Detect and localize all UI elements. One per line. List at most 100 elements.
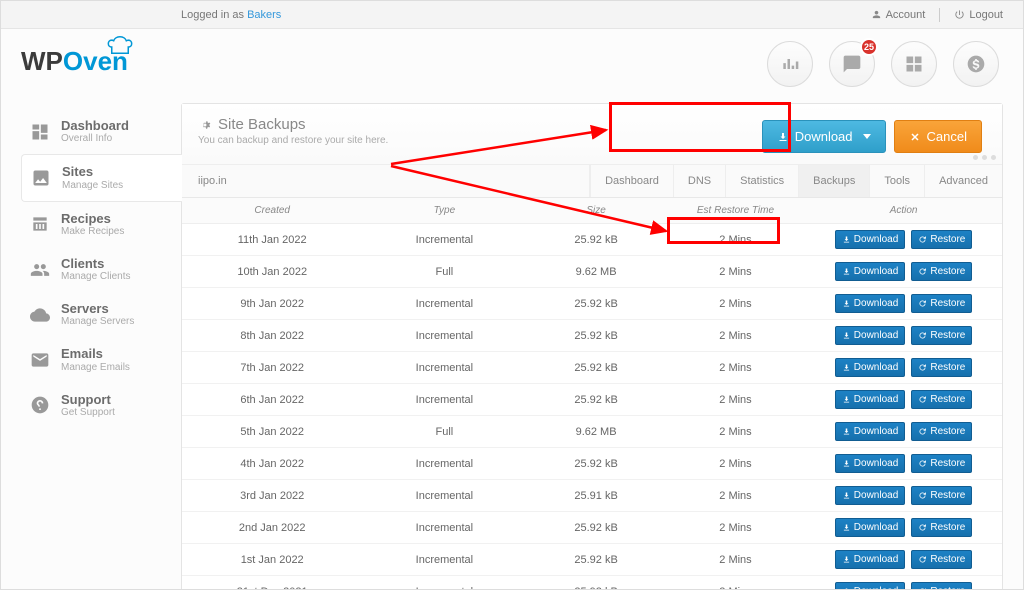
tab-dns[interactable]: DNS bbox=[673, 165, 725, 197]
recipe-icon bbox=[29, 213, 51, 235]
login-username[interactable]: Bakers bbox=[247, 9, 281, 21]
account-link[interactable]: Account bbox=[871, 9, 926, 21]
cell-size: 25.92 kB bbox=[526, 288, 665, 320]
tab-statistics[interactable]: Statistics bbox=[725, 165, 798, 197]
cell-time: 2 Mins bbox=[666, 512, 805, 544]
cell-created: 10th Jan 2022 bbox=[182, 256, 362, 288]
row-restore-button[interactable]: Restore bbox=[911, 486, 972, 505]
caret-down-icon bbox=[863, 134, 871, 139]
cell-time: 2 Mins bbox=[666, 480, 805, 512]
dollar-icon bbox=[966, 54, 986, 74]
cell-size: 25.92 kB bbox=[526, 544, 665, 576]
sidebar-item-dashboard[interactable]: DashboardOverall Info bbox=[21, 109, 181, 154]
cell-type: Incremental bbox=[362, 544, 526, 576]
sidebar-item-clients[interactable]: ClientsManage Clients bbox=[21, 247, 181, 292]
logo[interactable]: WPOven bbox=[21, 29, 181, 89]
sidebar-item-recipes[interactable]: RecipesMake Recipes bbox=[21, 202, 181, 247]
download-dropdown-button[interactable]: Download bbox=[762, 120, 886, 153]
table-row: 8th Jan 2022 Incremental 25.92 kB 2 Mins… bbox=[182, 320, 1002, 352]
row-download-button[interactable]: Download bbox=[835, 326, 905, 345]
row-download-button[interactable]: Download bbox=[835, 230, 905, 249]
row-download-button[interactable]: Download bbox=[835, 262, 905, 281]
login-info: Logged in as Bakers bbox=[181, 9, 281, 21]
power-icon bbox=[954, 9, 965, 20]
mail-icon bbox=[29, 349, 51, 371]
row-download-button[interactable]: Download bbox=[835, 486, 905, 505]
people-icon bbox=[29, 259, 51, 281]
table-row: 5th Jan 2022 Full 9.62 MB 2 Mins Downloa… bbox=[182, 416, 1002, 448]
panel-title: Site Backups bbox=[218, 116, 306, 133]
cell-time: 2 Mins bbox=[666, 576, 805, 590]
row-restore-button[interactable]: Restore bbox=[911, 582, 972, 590]
cell-time: 2 Mins bbox=[666, 288, 805, 320]
cell-action: Download Restore bbox=[805, 224, 1002, 256]
cell-size: 25.92 kB bbox=[526, 384, 665, 416]
nav-title: Clients bbox=[61, 257, 130, 271]
cell-time: 2 Mins bbox=[666, 256, 805, 288]
row-download-button[interactable]: Download bbox=[835, 582, 905, 590]
row-restore-button[interactable]: Restore bbox=[911, 294, 972, 313]
nav-title: Emails bbox=[61, 347, 130, 361]
nav-sub: Manage Sites bbox=[62, 180, 123, 191]
row-restore-button[interactable]: Restore bbox=[911, 454, 972, 473]
support-icon bbox=[29, 394, 51, 416]
site-name[interactable]: iipo.in bbox=[182, 165, 590, 197]
cell-size: 25.92 kB bbox=[526, 512, 665, 544]
nav-sub: Manage Servers bbox=[61, 316, 134, 327]
tab-advanced[interactable]: Advanced bbox=[924, 165, 1002, 197]
chat-icon bbox=[842, 54, 862, 74]
topbar-divider bbox=[939, 8, 940, 22]
logged-in-prefix: Logged in as bbox=[181, 9, 247, 21]
cell-action: Download Restore bbox=[805, 576, 1002, 590]
row-restore-button[interactable]: Restore bbox=[911, 390, 972, 409]
sidebar-nav: DashboardOverall Info SitesManage Sites … bbox=[21, 109, 181, 428]
sidebar-item-sites[interactable]: SitesManage Sites bbox=[21, 154, 182, 201]
site-tabs-bar: iipo.in DashboardDNSStatisticsBackupsToo… bbox=[182, 165, 1002, 198]
cancel-button[interactable]: Cancel bbox=[894, 120, 982, 153]
row-restore-button[interactable]: Restore bbox=[911, 358, 972, 377]
row-download-button[interactable]: Download bbox=[835, 550, 905, 569]
circle-btn-grid[interactable] bbox=[891, 41, 937, 87]
dashboard-icon bbox=[29, 121, 51, 143]
cell-created: 4th Jan 2022 bbox=[182, 448, 362, 480]
download-label: Download bbox=[795, 129, 853, 144]
cell-created: 8th Jan 2022 bbox=[182, 320, 362, 352]
circle-btn-chat[interactable]: 25 bbox=[829, 41, 875, 87]
row-restore-button[interactable]: Restore bbox=[911, 550, 972, 569]
cloud-icon bbox=[29, 304, 51, 326]
close-icon bbox=[909, 131, 921, 143]
cell-created: 6th Jan 2022 bbox=[182, 384, 362, 416]
logout-link[interactable]: Logout bbox=[954, 9, 1003, 21]
row-download-button[interactable]: Download bbox=[835, 422, 905, 441]
cell-action: Download Restore bbox=[805, 384, 1002, 416]
row-download-button[interactable]: Download bbox=[835, 454, 905, 473]
tab-tools[interactable]: Tools bbox=[869, 165, 924, 197]
cell-type: Incremental bbox=[362, 384, 526, 416]
row-restore-button[interactable]: Restore bbox=[911, 422, 972, 441]
tab-backups[interactable]: Backups bbox=[798, 165, 869, 197]
cell-size: 9.62 MB bbox=[526, 256, 665, 288]
chefhat-icon bbox=[106, 34, 134, 60]
sidebar-item-emails[interactable]: EmailsManage Emails bbox=[21, 337, 181, 382]
row-restore-button[interactable]: Restore bbox=[911, 230, 972, 249]
table-row: 6th Jan 2022 Incremental 25.92 kB 2 Mins… bbox=[182, 384, 1002, 416]
row-download-button[interactable]: Download bbox=[835, 390, 905, 409]
cell-created: 31st Dec 2021 bbox=[182, 576, 362, 590]
row-restore-button[interactable]: Restore bbox=[911, 518, 972, 537]
row-restore-button[interactable]: Restore bbox=[911, 326, 972, 345]
cell-size: 9.62 MB bbox=[526, 416, 665, 448]
row-download-button[interactable]: Download bbox=[835, 294, 905, 313]
table-row: 3rd Jan 2022 Incremental 25.91 kB 2 Mins… bbox=[182, 480, 1002, 512]
circle-btn-billing[interactable] bbox=[953, 41, 999, 87]
circle-btn-stats[interactable] bbox=[767, 41, 813, 87]
row-restore-button[interactable]: Restore bbox=[911, 262, 972, 281]
sidebar-item-support[interactable]: SupportGet Support bbox=[21, 383, 181, 428]
table-row: 9th Jan 2022 Incremental 25.92 kB 2 Mins… bbox=[182, 288, 1002, 320]
row-download-button[interactable]: Download bbox=[835, 518, 905, 537]
sidebar-item-servers[interactable]: ServersManage Servers bbox=[21, 292, 181, 337]
row-download-button[interactable]: Download bbox=[835, 358, 905, 377]
nav-sub: Manage Emails bbox=[61, 362, 130, 373]
cell-type: Full bbox=[362, 256, 526, 288]
tab-dashboard[interactable]: Dashboard bbox=[590, 165, 673, 197]
cell-created: 9th Jan 2022 bbox=[182, 288, 362, 320]
